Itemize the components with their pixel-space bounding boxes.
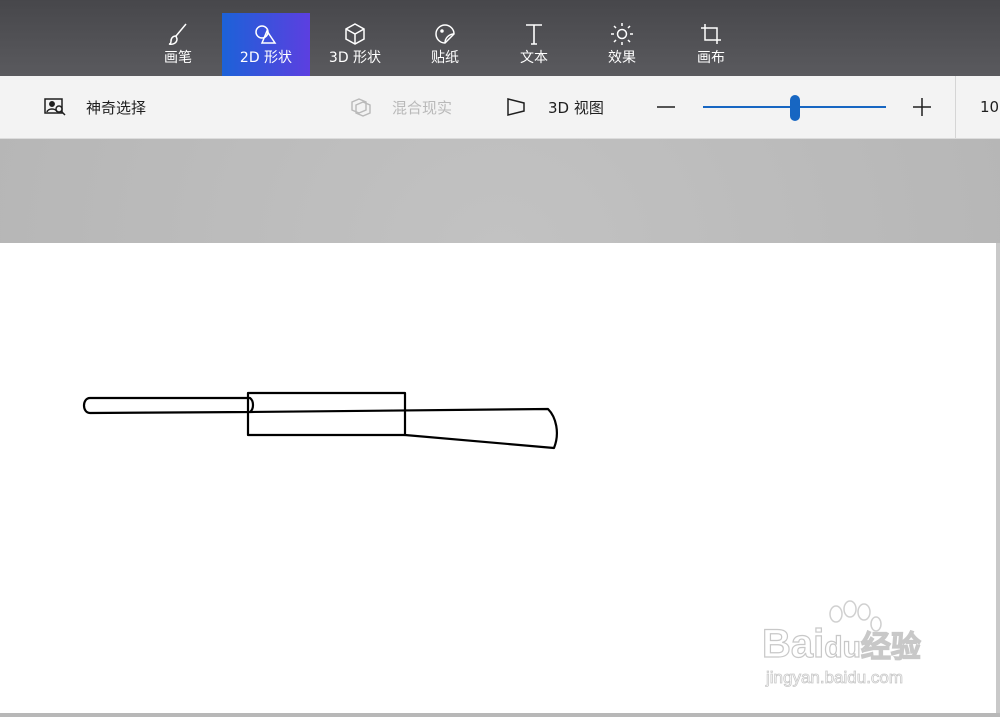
3d-view-icon	[507, 98, 525, 116]
tab-effects[interactable]: 效果	[578, 13, 666, 76]
tab-label: 3D 形状	[328, 50, 382, 66]
drawn-wedge	[248, 407, 558, 450]
minus-icon	[657, 106, 675, 108]
magic-select-icon	[44, 98, 66, 116]
watermark-brand-suffix: du	[824, 630, 862, 664]
zoom-slider[interactable]	[703, 95, 886, 121]
tab-2d-shapes[interactable]: 2D 形状	[222, 13, 310, 76]
sun-icon	[611, 23, 633, 45]
magic-select-label: 神奇选择	[86, 98, 147, 117]
top-tab-bar: 画笔 2D 形状 3D 形状 贴纸 文本 效果 画布	[0, 0, 1000, 76]
tab-label: 效果	[608, 50, 636, 66]
tab-label: 画笔	[164, 50, 192, 66]
mixed-reality-icon	[351, 98, 371, 117]
mixed-reality-button[interactable]: 混合现实	[350, 76, 452, 138]
mixed-reality-label: 混合现实	[392, 98, 453, 117]
3d-view-label: 3D 视图	[548, 98, 604, 117]
zoom-slider-thumb[interactable]	[789, 95, 800, 121]
tab-label: 画布	[697, 50, 725, 66]
3d-view-button[interactable]: 3D 视图	[506, 76, 604, 138]
sticker-icon	[435, 24, 455, 44]
crop-canvas-icon	[701, 24, 721, 44]
plus-icon	[913, 98, 931, 116]
zoom-out-button[interactable]	[651, 76, 681, 138]
drawn-rectangle	[246, 391, 407, 437]
tab-label: 贴纸	[431, 50, 459, 66]
zoom-value: 100%	[980, 98, 1000, 116]
baidu-watermark: Baidu经验 jingyan.baidu.com	[761, 600, 952, 695]
drawn-rod	[82, 396, 255, 415]
3d-cube-icon	[345, 23, 365, 45]
brush-icon	[168, 23, 187, 45]
tab-brushes[interactable]: 画笔	[134, 13, 222, 76]
2d-shapes-icon	[255, 25, 277, 44]
magic-select-button[interactable]: 神奇选择	[44, 76, 146, 138]
tab-stickers[interactable]: 贴纸	[401, 13, 489, 76]
tab-3d-shapes[interactable]: 3D 形状	[311, 13, 399, 76]
watermark-brand: Bai	[761, 621, 825, 666]
tab-label: 文本	[520, 50, 548, 66]
text-icon	[526, 24, 542, 45]
zoom-in-button[interactable]	[907, 76, 937, 138]
watermark-brand-cn: 经验	[860, 629, 921, 665]
tab-canvas[interactable]: 画布	[667, 13, 755, 76]
zoom-percentage[interactable]: 100%	[955, 76, 1000, 138]
tab-label: 2D 形状	[239, 50, 293, 66]
canvas-border	[996, 243, 1000, 713]
watermark-url: jingyan.baidu.com	[766, 668, 904, 688]
tab-text[interactable]: 文本	[490, 13, 578, 76]
